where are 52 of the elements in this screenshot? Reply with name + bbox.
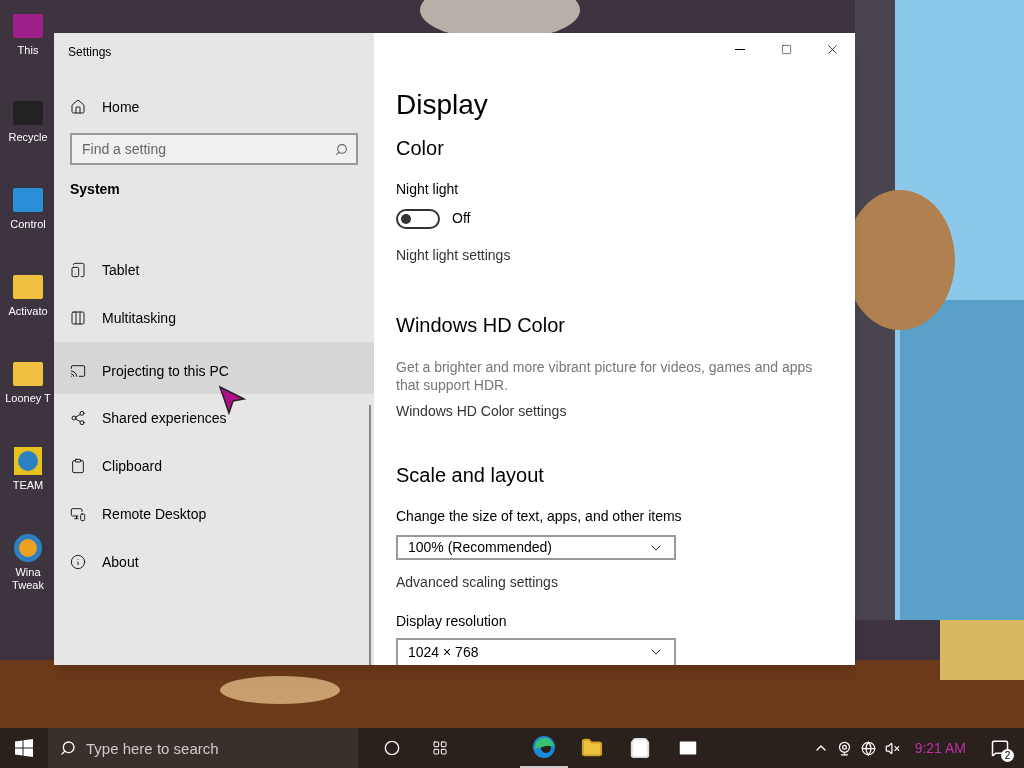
search-icon bbox=[335, 143, 348, 156]
description-text: Get a brighter and more vibrant picture for videos, games and apps that support HDR. bbox=[396, 358, 814, 394]
desktop-icon-label: This bbox=[17, 44, 39, 57]
notification-button[interactable]: 2 bbox=[976, 728, 1024, 768]
resolution-dropdown[interactable]: 1024 × 768 bbox=[396, 638, 676, 665]
task-view-icon bbox=[432, 740, 448, 756]
scrollbar[interactable] bbox=[369, 405, 371, 665]
share-icon bbox=[70, 410, 86, 426]
circle-icon bbox=[384, 740, 400, 756]
section-heading: Scale and layout bbox=[396, 463, 545, 488]
tablet-icon bbox=[70, 262, 86, 278]
sidebar-item[interactable]: Remote Desktop bbox=[54, 490, 374, 538]
sidebar-item[interactable]: Multitasking bbox=[54, 294, 374, 342]
search-field[interactable]: Find a setting bbox=[70, 133, 358, 165]
desktop-icon-label: Looney T bbox=[5, 392, 51, 405]
section-heading: Color bbox=[396, 136, 445, 161]
sidebar-item[interactable]: Clipboard bbox=[54, 442, 374, 490]
toggle-state: Off bbox=[452, 209, 471, 228]
clipboard-icon bbox=[70, 458, 86, 474]
sidebar-item[interactable]: Projecting to this PC bbox=[54, 342, 374, 394]
maximize-icon bbox=[780, 43, 792, 55]
desktop-icon-label: Control bbox=[10, 218, 46, 231]
home-icon bbox=[70, 99, 86, 115]
setting-label: Night light bbox=[396, 180, 460, 199]
minimize-icon bbox=[735, 48, 745, 50]
desktop-icon-label: Recycle bbox=[8, 131, 48, 144]
toggle-switch[interactable] bbox=[396, 208, 440, 229]
settings-link[interactable]: Windows HD Color settings bbox=[396, 401, 855, 422]
settings-link[interactable]: Advanced scaling settings bbox=[396, 572, 855, 593]
cast-icon bbox=[70, 363, 86, 379]
windows-logo-icon bbox=[15, 739, 33, 757]
columns-icon bbox=[70, 310, 86, 326]
page-title: Display bbox=[396, 88, 489, 122]
taskbar-search-field[interactable]: Type here to search bbox=[48, 728, 358, 768]
settings-link[interactable]: Night light settings bbox=[396, 245, 855, 266]
scale-dropdown[interactable]: 100% (Recommended) bbox=[396, 535, 676, 560]
search-icon bbox=[60, 740, 76, 756]
desktop-icon-label: Wina Tweak bbox=[11, 566, 45, 592]
home-nav-item[interactable]: Home bbox=[54, 87, 374, 127]
section-heading: System bbox=[70, 180, 121, 199]
desktop-icon-label: Activato bbox=[8, 305, 48, 318]
sidebar-item[interactable]: Tablet bbox=[54, 246, 374, 294]
devices-icon bbox=[70, 506, 86, 522]
info-icon bbox=[70, 554, 86, 570]
desktop-icon-label: TEAM bbox=[12, 479, 44, 492]
sidebar-item[interactable]: Shared experiences bbox=[54, 394, 374, 442]
section-heading: Windows HD Color bbox=[396, 313, 566, 338]
setting-label: Display resolution bbox=[396, 612, 508, 631]
notification-badge: 2 bbox=[1001, 749, 1014, 762]
sidebar-item[interactable]: About bbox=[54, 538, 374, 586]
setting-label: Change the size of text, apps, and other items bbox=[396, 507, 683, 526]
window-title: Settings bbox=[68, 44, 113, 61]
